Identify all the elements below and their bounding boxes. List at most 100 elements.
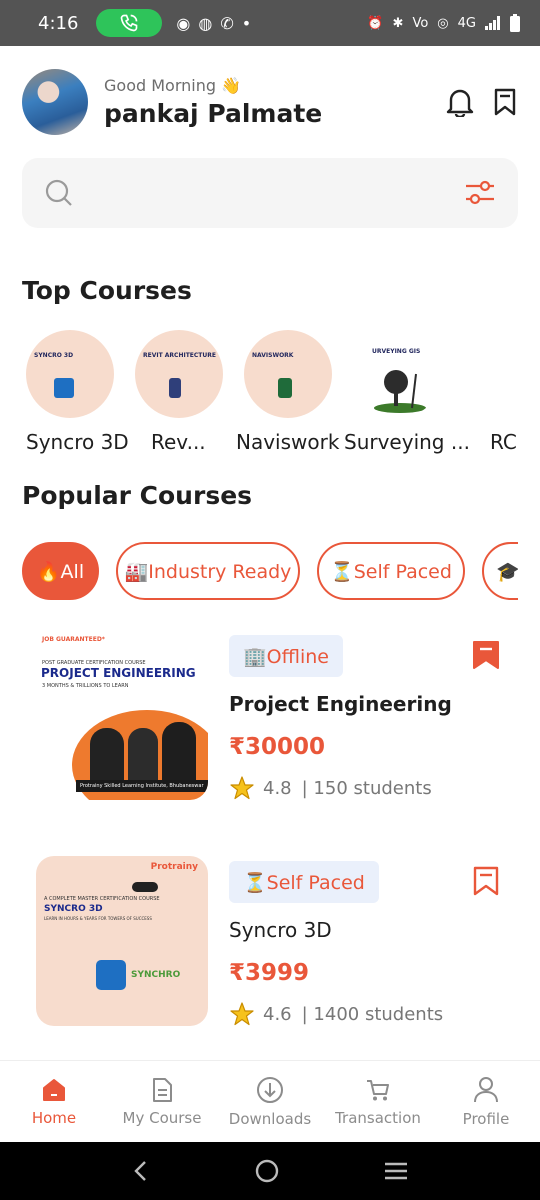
revit-logo-icon	[169, 378, 181, 398]
top-course-revit[interactable]: REVIT ARCHITECTURE Rev...	[135, 330, 223, 454]
top-course-label: Naviswork	[236, 430, 340, 454]
nav-home[interactable]: Home	[0, 1061, 108, 1142]
naviswork-logo-icon	[278, 378, 292, 398]
bookmark-filled-icon[interactable]	[472, 640, 500, 670]
cart-icon	[367, 1079, 389, 1100]
bottom-navigation: Home My Course Downloads Transaction Pro…	[0, 1060, 540, 1142]
app-notification-icon: ◉	[176, 13, 191, 33]
home-icon	[43, 1078, 65, 1101]
system-navigation-bar	[0, 1142, 540, 1200]
search-bar	[22, 158, 518, 228]
syncro-logo-icon	[54, 378, 74, 398]
back-icon[interactable]	[131, 1159, 151, 1183]
top-courses-title: Top Courses	[22, 276, 192, 305]
person-figure	[90, 728, 124, 788]
download-icon	[257, 1076, 283, 1103]
nav-label: Profile	[462, 1109, 510, 1128]
document-icon	[153, 1077, 172, 1102]
chip-certification[interactable]: 🎓	[482, 542, 518, 600]
course-rating: 4.6 | 1400 students	[229, 1001, 443, 1027]
nav-label: My Course	[122, 1108, 202, 1127]
course-thumbnail	[464, 330, 540, 418]
star-icon	[230, 1002, 254, 1026]
greeting-text: Good Morning 👋	[104, 76, 241, 95]
nav-label: Downloads	[228, 1109, 312, 1128]
course-price: ₹3999	[229, 960, 310, 986]
top-course-rc[interactable]: RC	[464, 330, 540, 454]
category-filter-chips: 🔥All 🏭Industry Ready ⏳Self Paced 🎓	[22, 542, 518, 600]
course-card-syncro-3d[interactable]: Protrainy A COMPLETE MASTER CERTIFICATIO…	[22, 856, 518, 1031]
search-icon	[45, 179, 72, 206]
home-circle-icon[interactable]	[254, 1158, 280, 1184]
network-type: 4G	[457, 15, 476, 31]
star-icon	[230, 776, 254, 800]
system-status-icons: ⏰ ✱ Vo ◎ 4G	[367, 14, 520, 32]
rating-value: 4.6	[263, 1003, 292, 1025]
nav-my-course[interactable]: My Course	[108, 1061, 216, 1142]
nav-label: Home	[31, 1108, 77, 1127]
top-course-label: RC	[490, 430, 517, 454]
home-header: Good Morning 👋 pankaj Palmate	[22, 68, 518, 136]
user-icon	[474, 1076, 498, 1102]
status-time: 4:16	[38, 12, 79, 34]
battery-icon	[510, 14, 520, 32]
top-course-label: Syncro 3D	[26, 430, 129, 454]
top-course-label: Rev...	[151, 430, 206, 454]
phone-icon	[121, 14, 138, 32]
top-course-surveying[interactable]: URVEYING GIS Surveying ...	[344, 330, 470, 454]
rec-badge	[132, 882, 158, 892]
student-count: | 1400 students	[301, 1003, 444, 1025]
app-screen: 4:16 ◉ ◍ ✆ • ⏰ ✱ Vo ◎ 4G Good Morning 👋 …	[0, 0, 540, 1200]
ongoing-call-pill[interactable]	[96, 9, 163, 37]
greeting-block: Good Morning 👋 pankaj Palmate	[104, 76, 322, 128]
nav-profile[interactable]: Profile	[432, 1061, 540, 1142]
sync-icon: ◍	[198, 13, 213, 33]
filter-icon[interactable]	[464, 180, 496, 206]
syncro-logo-icon	[96, 960, 126, 990]
chip-all[interactable]: 🔥All	[22, 542, 99, 600]
person-figure	[162, 722, 196, 788]
signal-icon	[485, 16, 500, 30]
delivery-mode-badge: 🏢Offline	[229, 635, 343, 677]
nav-label: Transaction	[335, 1108, 421, 1127]
top-course-naviswork[interactable]: NAVISWORK Naviswork	[236, 330, 339, 454]
bookmark-icon[interactable]	[492, 87, 518, 117]
course-price: ₹30000	[229, 734, 326, 760]
course-thumbnail: SYNCRO 3D	[26, 330, 114, 418]
course-rating: 4.8 | 150 students	[229, 775, 432, 801]
volte-icon: Vo	[412, 15, 429, 31]
surveyor-illustration-icon	[374, 370, 426, 413]
bell-icon[interactable]	[446, 87, 474, 117]
user-avatar[interactable]	[22, 69, 88, 135]
delivery-mode-badge: ⏳Self Paced	[229, 861, 379, 903]
user-name: pankaj Palmate	[104, 99, 323, 128]
chip-self-paced[interactable]: ⏳Self Paced	[317, 542, 465, 600]
bookmark-outline-icon[interactable]	[472, 866, 500, 896]
top-course-label: Surveying ...	[344, 430, 470, 454]
search-input[interactable]	[88, 173, 464, 213]
nav-downloads[interactable]: Downloads	[216, 1061, 324, 1142]
course-title: Project Engineering	[229, 692, 452, 716]
popular-courses-title: Popular Courses	[22, 481, 253, 510]
nav-transaction[interactable]: Transaction	[324, 1061, 432, 1142]
recents-menu-icon[interactable]	[383, 1160, 409, 1182]
bluetooth-icon: ✱	[392, 15, 404, 31]
top-courses-list: SYNCRO 3D Syncro 3D REVIT ARCHITECTURE R…	[22, 330, 540, 460]
course-thumbnail: URVEYING GIS	[354, 330, 442, 418]
missed-call-icon: ✆	[220, 13, 234, 33]
alarm-icon: ⏰	[367, 15, 384, 31]
top-course-syncro-3d[interactable]: SYNCRO 3D Syncro 3D	[26, 330, 129, 454]
chip-industry-ready[interactable]: 🏭Industry Ready	[116, 542, 300, 600]
student-count: | 150 students	[301, 777, 432, 799]
status-bar: 4:16 ◉ ◍ ✆ • ⏰ ✱ Vo ◎ 4G	[0, 0, 540, 46]
header-actions	[446, 87, 518, 117]
course-thumbnail: JOB GUARANTEED* POST GRADUATE CERTIFICAT…	[36, 630, 208, 800]
course-card-project-engineering[interactable]: JOB GUARANTEED* POST GRADUATE CERTIFICAT…	[22, 630, 518, 805]
course-title: Syncro 3D	[229, 918, 332, 942]
course-thumbnail: REVIT ARCHITECTURE	[135, 330, 223, 418]
course-thumbnail: NAVISWORK	[244, 330, 332, 418]
hotspot-icon: ◎	[437, 15, 449, 31]
course-thumbnail: Protrainy A COMPLETE MASTER CERTIFICATIO…	[36, 856, 208, 1026]
notification-icons: ◉ ◍ ✆ •	[176, 14, 251, 33]
more-notifications-dot: •	[241, 13, 252, 33]
